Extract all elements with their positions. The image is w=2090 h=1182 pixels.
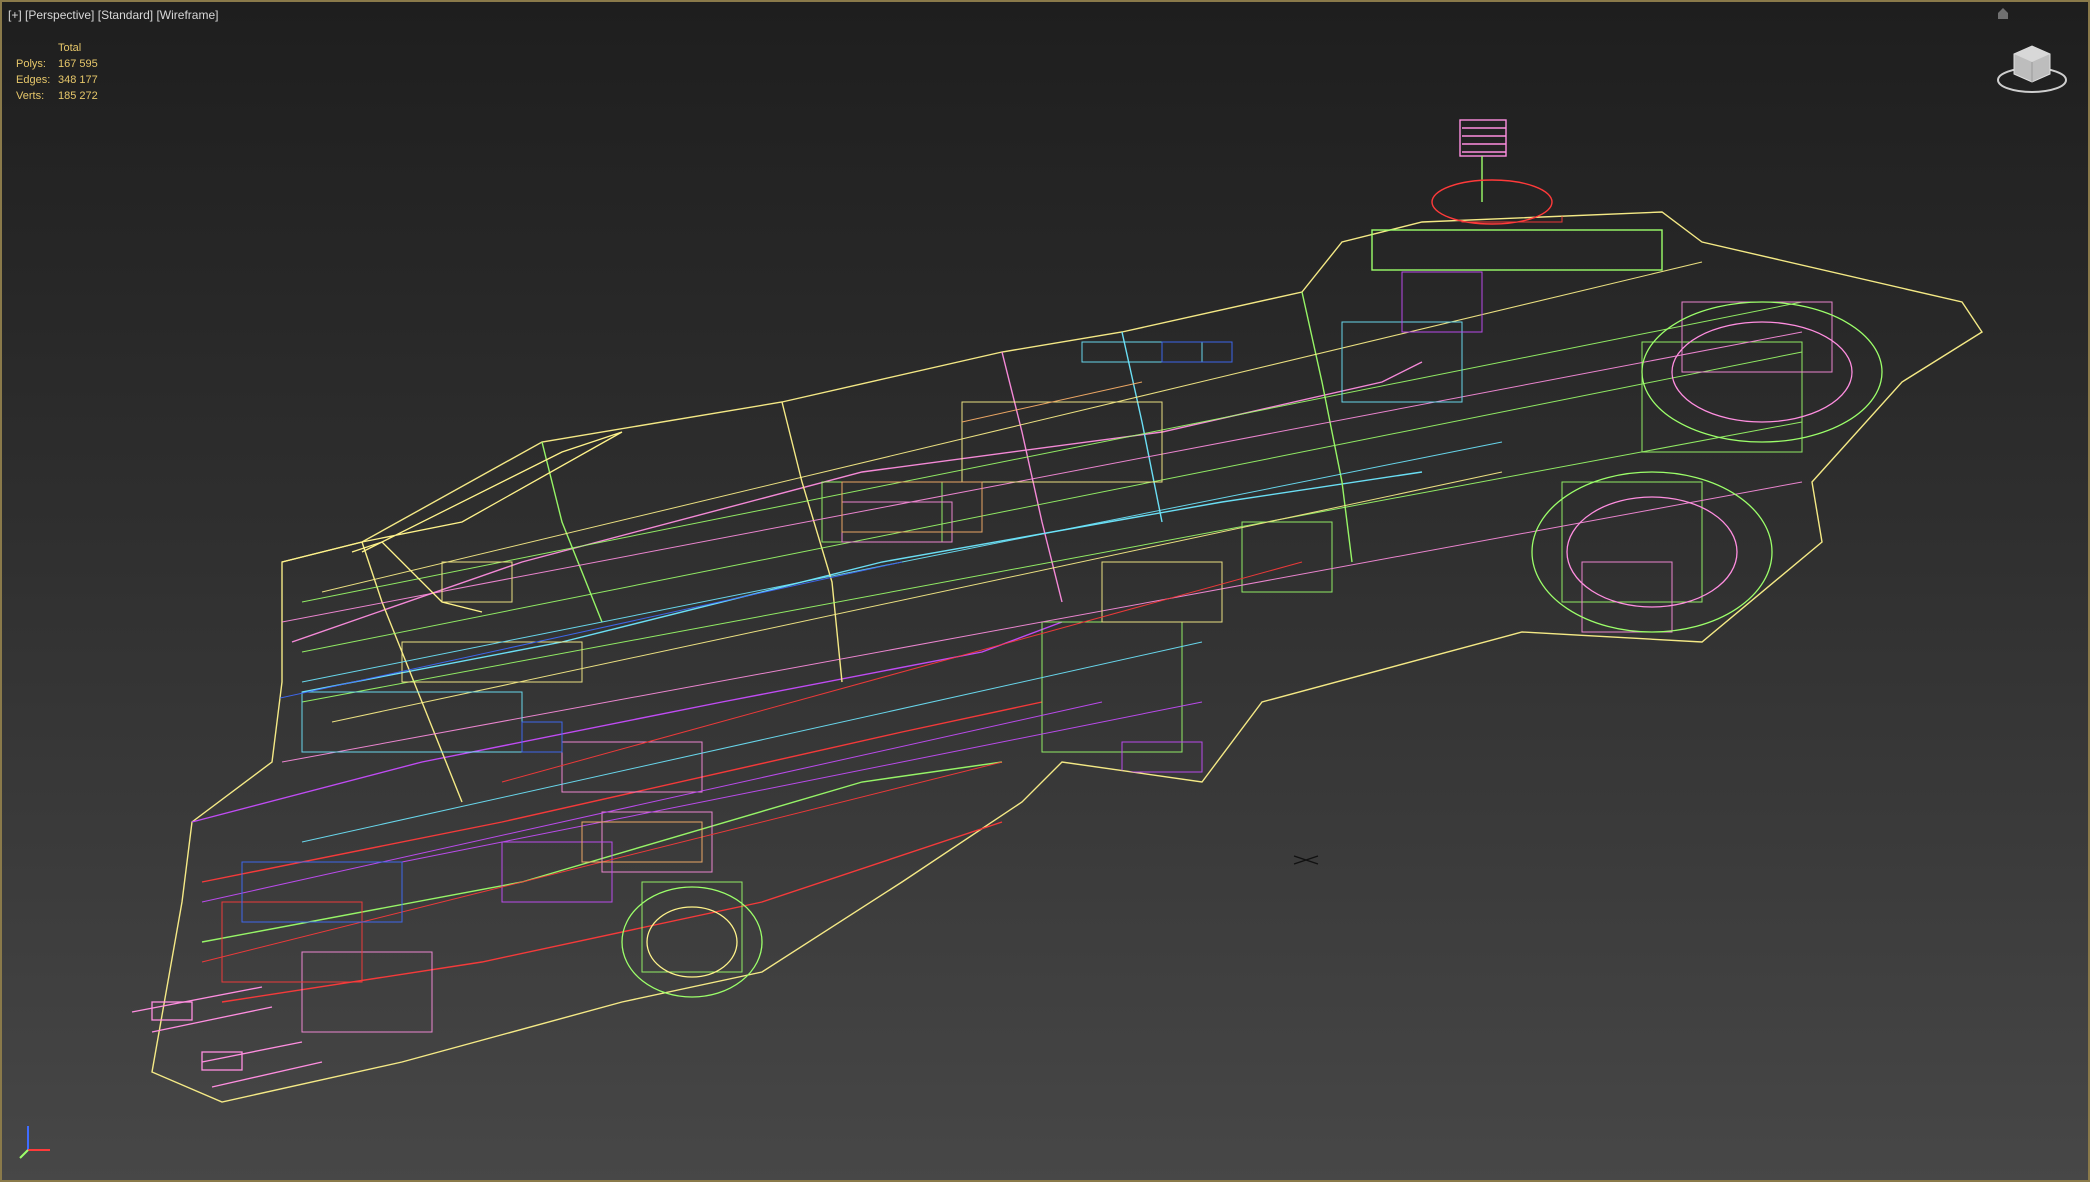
viewport-view-menu[interactable]: [Perspective]: [25, 8, 94, 22]
viewport-mode-menu[interactable]: [Wireframe]: [156, 8, 218, 22]
stats-row-polys: Polys: 167 595: [16, 56, 98, 72]
stats-row-verts: Verts: 185 272: [16, 88, 98, 104]
viewport-shading-menu[interactable]: [Standard]: [98, 8, 153, 22]
polys-value: 167 595: [58, 58, 98, 70]
stats-header: Total: [58, 42, 82, 54]
verts-label: Verts:: [16, 90, 45, 102]
edges-label: Edges:: [16, 74, 51, 86]
viewport-label-menu[interactable]: [+] [Perspective] [Standard] [Wireframe]: [8, 8, 218, 22]
scene-statistics: Total Polys: 167 595 Edges: 348 177 Vert…: [16, 40, 98, 104]
perspective-viewport[interactable]: [+] [Perspective] [Standard] [Wireframe]…: [0, 0, 2090, 1182]
verts-value: 185 272: [58, 90, 98, 102]
viewcube-icon[interactable]: [1992, 32, 2072, 102]
stats-row-edges: Edges: 348 177: [16, 72, 98, 88]
viewport-menu-plus[interactable]: [+]: [8, 8, 22, 22]
wireframe-spaceship-model[interactable]: [2, 2, 2088, 1180]
pivot-marker-icon: [1293, 855, 1319, 865]
polys-label: Polys:: [16, 58, 46, 70]
home-icon[interactable]: [1997, 6, 2009, 20]
edges-value: 348 177: [58, 74, 98, 86]
axis-tripod-icon: [19, 1126, 50, 1159]
